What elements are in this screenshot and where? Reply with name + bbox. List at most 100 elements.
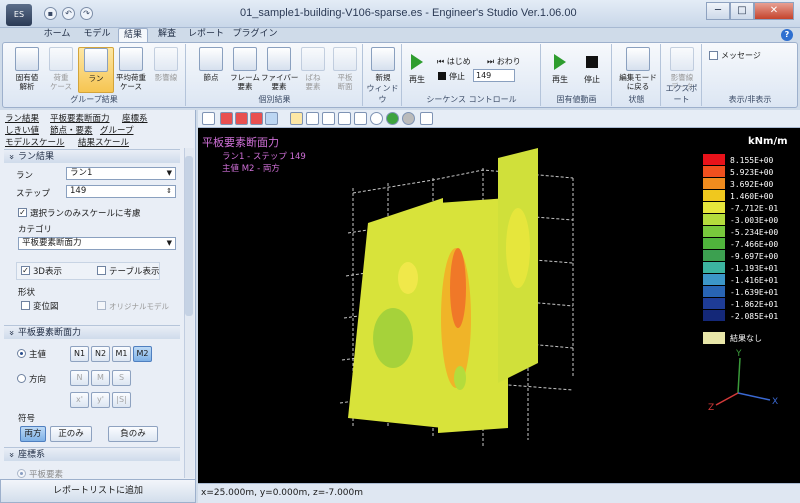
legend-value: -3.003E+00: [730, 216, 778, 225]
play-icon[interactable]: [411, 54, 423, 70]
link-run-result[interactable]: ラン結果: [5, 112, 39, 124]
left-scroll-thumb[interactable]: [185, 156, 193, 316]
close-button[interactable]: ✕: [754, 2, 794, 20]
n2-button[interactable]: N2: [91, 346, 110, 362]
group-label-individual: 個別結果: [258, 95, 291, 104]
n-button[interactable]: N: [70, 370, 89, 386]
plate-section-button[interactable]: 平板 断面: [327, 47, 363, 93]
tab-home[interactable]: ホーム: [40, 28, 74, 42]
frame-element-button[interactable]: フレーム 要素: [227, 47, 263, 93]
section-coord[interactable]: 座標系: [4, 447, 180, 461]
y-prime-button[interactable]: y': [91, 392, 110, 408]
zoom-out-icon[interactable]: [306, 112, 319, 125]
show3d-label: 3D表示: [33, 267, 62, 277]
link-threshold[interactable]: しきい値: [5, 124, 39, 136]
status-bar: x=25.000m, y=0.000m, z=-7.000m: [198, 483, 800, 503]
edit-mode-button[interactable]: 編集モード に戻る: [619, 47, 657, 93]
influence-line-icon: [154, 47, 178, 71]
pan-icon[interactable]: [354, 112, 367, 125]
direction-radio[interactable]: [17, 374, 26, 383]
run-label: ラン: [16, 171, 34, 181]
view-front-icon[interactable]: [220, 112, 233, 125]
sign-negative-button[interactable]: 負のみ: [108, 426, 158, 442]
zoom-window-icon[interactable]: [290, 112, 303, 125]
light-icon[interactable]: [370, 112, 383, 125]
legend-swatch: [703, 166, 725, 177]
link-node-element[interactable]: 節点・要素: [50, 124, 93, 136]
forward-icon[interactable]: [402, 112, 415, 125]
eigen-button[interactable]: 固有値 解析: [9, 47, 45, 93]
pointer-icon[interactable]: [420, 112, 433, 125]
select-icon[interactable]: [202, 112, 215, 125]
tab-check[interactable]: 解査: [152, 28, 182, 42]
view-top-icon[interactable]: [250, 112, 263, 125]
link-result-scale[interactable]: 結果スケール: [78, 136, 129, 148]
tab-results[interactable]: 結果: [118, 28, 148, 42]
section-run-result[interactable]: ラン結果: [4, 149, 180, 163]
link-coord[interactable]: 座標系: [122, 112, 148, 124]
modal-play-icon[interactable]: [554, 54, 566, 70]
principal-radio[interactable]: [17, 349, 26, 358]
tab-report[interactable]: レポート: [186, 28, 226, 42]
end-button[interactable]: ⏭ おわり: [487, 56, 521, 67]
legend-swatch: [703, 226, 725, 237]
undo-icon[interactable]: ↶: [62, 7, 75, 20]
n1-button[interactable]: N1: [70, 346, 89, 362]
redo-icon[interactable]: ↷: [80, 7, 93, 20]
view-iso-icon[interactable]: [265, 112, 278, 125]
fiber-element-button[interactable]: ファイバー 要素: [261, 47, 298, 93]
show3d-checkbox[interactable]: ✓: [21, 266, 30, 275]
run-select[interactable]: ラン1 ▼: [66, 167, 176, 180]
3d-viewport[interactable]: 平板要素断面力 ラン1 - ステップ 149 主値 M2 - 両方 kNm/m …: [198, 128, 800, 483]
zoom-fit-icon[interactable]: [322, 112, 335, 125]
category-select[interactable]: 平板要素断面力 ▼: [18, 237, 176, 250]
minimize-button[interactable]: ─: [706, 2, 730, 20]
step-input[interactable]: 149: [473, 69, 515, 82]
m-button[interactable]: M: [91, 370, 110, 386]
maximize-button[interactable]: □: [730, 2, 754, 20]
message-checkbox[interactable]: [709, 51, 718, 60]
avg-load-case-button[interactable]: 平均荷重 ケース: [113, 47, 149, 93]
view-side-icon[interactable]: [235, 112, 248, 125]
table-checkbox[interactable]: [97, 266, 106, 275]
group-individual: 節点 フレーム 要素 ファイバー 要素 ばね 要素 平板 断面 個別結果: [187, 44, 363, 106]
deform-checkbox[interactable]: [21, 301, 30, 310]
group-modal: 再生 停止 固有値動画: [542, 44, 612, 106]
back-icon[interactable]: [386, 112, 399, 125]
step-spinner[interactable]: 149 ⇕: [66, 185, 176, 198]
abs-s-button[interactable]: |S|: [112, 392, 131, 408]
sign-both-button[interactable]: 両方: [20, 426, 46, 442]
group-state: 編集モード に戻る 状態: [613, 44, 661, 106]
begin-button[interactable]: ⏮ はじめ: [437, 56, 471, 67]
m1-button[interactable]: M1: [112, 346, 131, 362]
load-case-button[interactable]: 荷重 ケース: [43, 47, 79, 93]
node-button[interactable]: 節点: [193, 47, 229, 93]
help-icon[interactable]: ?: [781, 29, 793, 41]
tab-plugin[interactable]: プラグイン: [232, 28, 278, 42]
add-report-button[interactable]: レポートリストに追加: [0, 479, 196, 503]
section-plate-force[interactable]: 平板要素断面力: [4, 325, 180, 339]
m2-button[interactable]: M2: [133, 346, 152, 362]
link-group[interactable]: グループ: [100, 124, 134, 136]
sign-positive-button[interactable]: 正のみ: [50, 426, 92, 442]
link-model-scale[interactable]: モデルスケール: [5, 136, 65, 148]
group-label-display: 表示/非表示: [728, 95, 772, 104]
spring-element-button[interactable]: ばね 要素: [295, 47, 331, 93]
plate-elem-radio[interactable]: [17, 469, 26, 478]
x-prime-button[interactable]: x': [70, 392, 89, 408]
legend-rows: 8.155E+00 5.923E+00 3.692E+00 1.460E+00 -7.7…: [703, 154, 778, 321]
modal-stop-icon[interactable]: [586, 56, 598, 68]
tab-model[interactable]: モデル: [80, 28, 114, 42]
original-model-checkbox[interactable]: [97, 301, 106, 310]
app-icon[interactable]: ES: [6, 4, 32, 26]
influence-line-button[interactable]: 影響線: [148, 47, 184, 93]
legend-unit: kNm/m: [748, 136, 788, 147]
view-toolbar: [198, 110, 800, 128]
rotate-icon[interactable]: [338, 112, 351, 125]
save-icon[interactable]: ▪: [44, 7, 57, 20]
run-button[interactable]: ラン: [78, 47, 114, 93]
link-plate-force[interactable]: 平板要素断面力: [50, 112, 110, 124]
s-button[interactable]: S: [112, 370, 131, 386]
stop-icon[interactable]: [438, 72, 446, 80]
scale-checkbox[interactable]: ✓: [18, 208, 27, 217]
